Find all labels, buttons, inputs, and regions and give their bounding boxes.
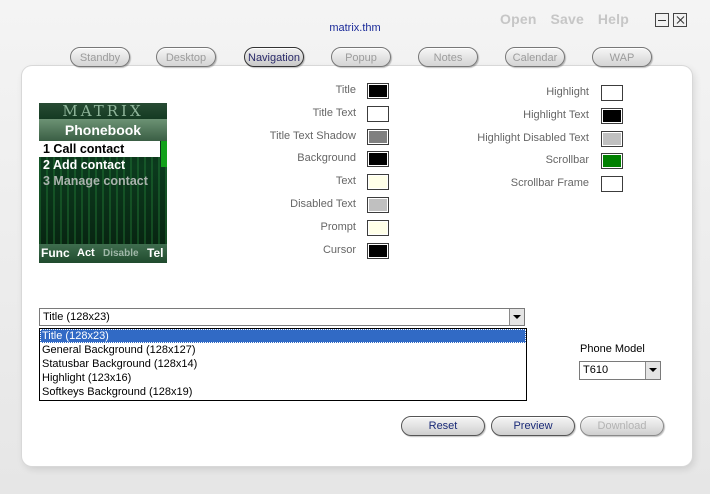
left-color-swatch[interactable] [367, 219, 389, 236]
left-color-label: Title Text [312, 106, 356, 119]
tab-wap[interactable]: WAP [592, 47, 652, 67]
phone-model-value: T610 [583, 364, 609, 376]
chevron-down-icon[interactable] [645, 362, 660, 379]
left-color-label: Disabled Text [290, 198, 356, 210]
preview-banner: MATRIX [39, 103, 167, 119]
dropdown-option[interactable]: Title (128x23) [40, 329, 526, 343]
right-color-swatch[interactable] [601, 153, 623, 170]
right-color-label: Highlight Disabled Text [477, 131, 589, 144]
tab-calendar[interactable]: Calendar [505, 47, 565, 67]
right-color-swatch[interactable] [601, 130, 623, 147]
left-color-swatch[interactable] [367, 151, 389, 168]
left-color-label: Cursor [322, 243, 356, 256]
left-color-swatch[interactable] [367, 174, 389, 191]
phone-model-select[interactable]: T610 [579, 361, 661, 380]
left-color-label: Background [297, 152, 356, 165]
left-color-swatch[interactable] [367, 83, 389, 99]
tab-popup[interactable]: Popup [331, 47, 391, 67]
top-menu: Open Save Help [500, 11, 639, 27]
left-color-swatch[interactable] [367, 197, 389, 213]
left-color-label: Title Text Shadow [269, 129, 356, 142]
preview-item: 2 Add contact [43, 158, 126, 172]
right-color-label: Highlight [546, 86, 589, 98]
right-color-label: Scrollbar Frame [510, 177, 589, 190]
softkey-tel: Tel [147, 246, 164, 260]
softkey-act: Act [77, 247, 95, 259]
left-color-label: Text [335, 175, 356, 188]
element-dropdown-list: Title (128x23) General Background (128x1… [39, 328, 527, 401]
right-color-label: Scrollbar [545, 154, 589, 167]
phone-preview: MATRIX Phonebook 1 Call contact 2 Add co… [39, 103, 167, 263]
preview-button[interactable]: Preview [491, 416, 575, 436]
element-select[interactable]: Title (128x23) [39, 308, 525, 326]
left-color-swatch[interactable] [367, 128, 389, 145]
right-color-swatch[interactable] [601, 176, 623, 193]
softkey-disable: Disable [103, 248, 139, 259]
menu-help[interactable]: Help [598, 11, 629, 27]
phone-model-label: Phone Model [580, 343, 645, 355]
dropdown-option[interactable]: General Background (128x127) [40, 343, 526, 357]
menu-save[interactable]: Save [550, 11, 584, 27]
dropdown-option[interactable]: Statusbar Background (128x14) [40, 357, 526, 371]
preview-item: 1 Call contact [39, 141, 160, 157]
menu-open[interactable]: Open [500, 11, 537, 27]
preview-scrollbar [161, 141, 167, 167]
left-color-label: Prompt [320, 220, 356, 233]
preview-softkeys: Func Act Disable Tel [39, 244, 167, 263]
dropdown-option[interactable]: Highlight (123x16) [40, 371, 526, 385]
chevron-down-icon[interactable] [509, 309, 524, 325]
tab-standby[interactable]: Standby [70, 47, 130, 67]
tab-notes[interactable]: Notes [418, 47, 478, 67]
right-color-swatch[interactable] [601, 85, 623, 101]
tab-navigation[interactable]: Navigation [244, 47, 304, 67]
close-icon[interactable] [673, 13, 687, 27]
softkey-func: Func [41, 246, 70, 260]
minimize-icon[interactable] [655, 13, 669, 27]
right-color-swatch[interactable] [601, 107, 623, 124]
dropdown-option[interactable]: Softkeys Background (128x19) [40, 385, 526, 399]
left-color-swatch[interactable] [367, 242, 389, 259]
left-color-label: Title [335, 84, 356, 96]
tab-desktop[interactable]: Desktop [156, 47, 216, 67]
preview-header: Phonebook [39, 119, 167, 141]
right-color-label: Highlight Text [523, 108, 589, 121]
element-select-value: Title (128x23) [43, 311, 110, 323]
download-button[interactable]: Download [580, 416, 664, 436]
left-color-swatch[interactable] [367, 105, 389, 122]
preview-item: 3 Manage contact [43, 174, 148, 188]
reset-button[interactable]: Reset [401, 416, 485, 436]
